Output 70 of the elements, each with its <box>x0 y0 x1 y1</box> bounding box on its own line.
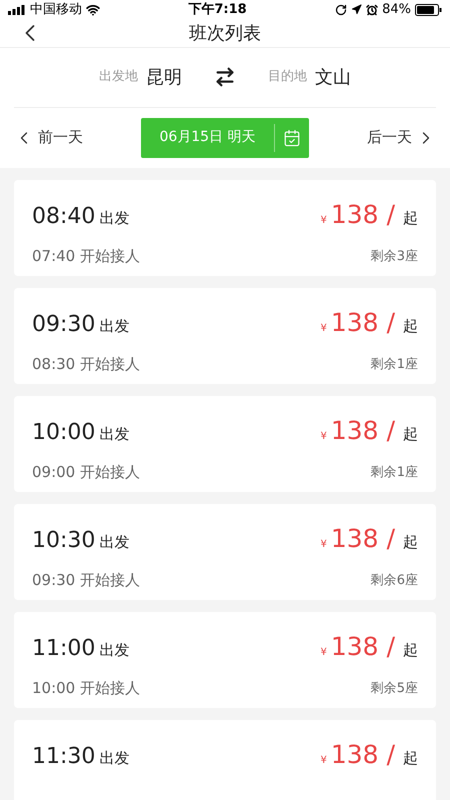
price-slash: / <box>386 198 395 230</box>
price-suffix: 起 <box>403 316 418 336</box>
price-slash: / <box>386 522 395 554</box>
departure-label: 出发 <box>99 208 130 229</box>
trip-card[interactable]: 10:00 出发 ¥ 138 / 起 09:00 开始接人 剩余1座 <box>14 396 436 492</box>
ticket-price: 138 <box>330 414 379 446</box>
price-suffix: 起 <box>403 424 418 444</box>
pickup-time: 10:00 开始接人 <box>32 678 140 699</box>
price-slash: / <box>386 414 395 446</box>
signal-icon <box>8 4 26 15</box>
destination-label: 目的地 <box>268 68 307 86</box>
price-slash: / <box>386 306 395 338</box>
departure-label: 出发 <box>99 748 130 769</box>
currency-symbol: ¥ <box>320 754 327 768</box>
price-suffix: 起 <box>403 208 418 228</box>
departure-label: 出发 <box>99 640 130 661</box>
battery-icon <box>415 4 442 16</box>
ticket-price: 138 <box>330 198 379 230</box>
departure-time: 10:00 <box>32 419 96 447</box>
origin-city[interactable]: 昆明 <box>146 64 182 90</box>
pickup-time: 07:40 开始接人 <box>32 246 140 267</box>
ticket-price: 138 <box>330 738 379 770</box>
departure-time: 11:30 <box>32 743 96 771</box>
currency-symbol: ¥ <box>320 214 327 228</box>
price-suffix: 起 <box>403 532 418 552</box>
price-slash: / <box>386 630 395 662</box>
departure-time: 11:00 <box>32 635 96 663</box>
next-day-button[interactable]: 后一天 <box>367 126 436 149</box>
battery-percent: 84% <box>382 1 411 19</box>
seats-left: 剩余5座 <box>370 680 418 698</box>
ticket-price: 138 <box>330 630 379 662</box>
trip-card[interactable]: 11:30 出发 ¥ 138 / 起 <box>14 720 436 800</box>
pickup-time: 09:30 开始接人 <box>32 570 140 591</box>
pickup-time: 09:00 开始接人 <box>32 462 140 483</box>
calendar-icon <box>283 128 301 146</box>
destination-city[interactable]: 文山 <box>315 64 351 90</box>
origin-label: 出发地 <box>99 68 138 86</box>
page-title: 班次列表 <box>189 22 261 46</box>
wifi-icon <box>86 2 100 17</box>
pickup-time: 08:30 开始接人 <box>32 354 140 375</box>
clock: 下午7:18 <box>188 1 247 19</box>
price-suffix: 起 <box>403 748 418 768</box>
ticket-price: 138 <box>330 522 379 554</box>
seats-left: 剩余3座 <box>370 248 418 266</box>
departure-time: 08:40 <box>32 203 96 231</box>
currency-symbol: ¥ <box>320 538 327 552</box>
seats-left: 剩余1座 <box>370 356 418 374</box>
carrier-name: 中国移动 <box>30 1 82 19</box>
currency-symbol: ¥ <box>320 646 327 660</box>
departure-label: 出发 <box>99 532 130 553</box>
price-slash: / <box>386 738 395 770</box>
departure-label: 出发 <box>99 424 130 445</box>
departure-label: 出发 <box>99 316 130 337</box>
trip-card[interactable]: 09:30 出发 ¥ 138 / 起 08:30 开始接人 剩余1座 <box>14 288 436 384</box>
trip-card[interactable]: 08:40 出发 ¥ 138 / 起 07:40 开始接人 剩余3座 <box>14 180 436 276</box>
departure-time: 09:30 <box>32 311 96 339</box>
price-suffix: 起 <box>403 640 418 660</box>
currency-symbol: ¥ <box>320 322 327 336</box>
swap-icon[interactable] <box>214 66 236 88</box>
trip-card[interactable]: 10:30 出发 ¥ 138 / 起 09:30 开始接人 剩余6座 <box>14 504 436 600</box>
alarm-icon <box>366 4 378 16</box>
departure-time: 10:30 <box>32 527 96 555</box>
seats-left: 剩余1座 <box>370 464 418 482</box>
previous-day-button[interactable]: 前一天 <box>14 126 83 149</box>
trip-card[interactable]: 11:00 出发 ¥ 138 / 起 10:00 开始接人 剩余5座 <box>14 612 436 708</box>
seats-left: 剩余6座 <box>370 572 418 590</box>
location-icon <box>351 4 362 16</box>
rotation-lock-icon <box>335 4 348 16</box>
ticket-price: 138 <box>330 306 379 338</box>
currency-symbol: ¥ <box>320 430 327 444</box>
